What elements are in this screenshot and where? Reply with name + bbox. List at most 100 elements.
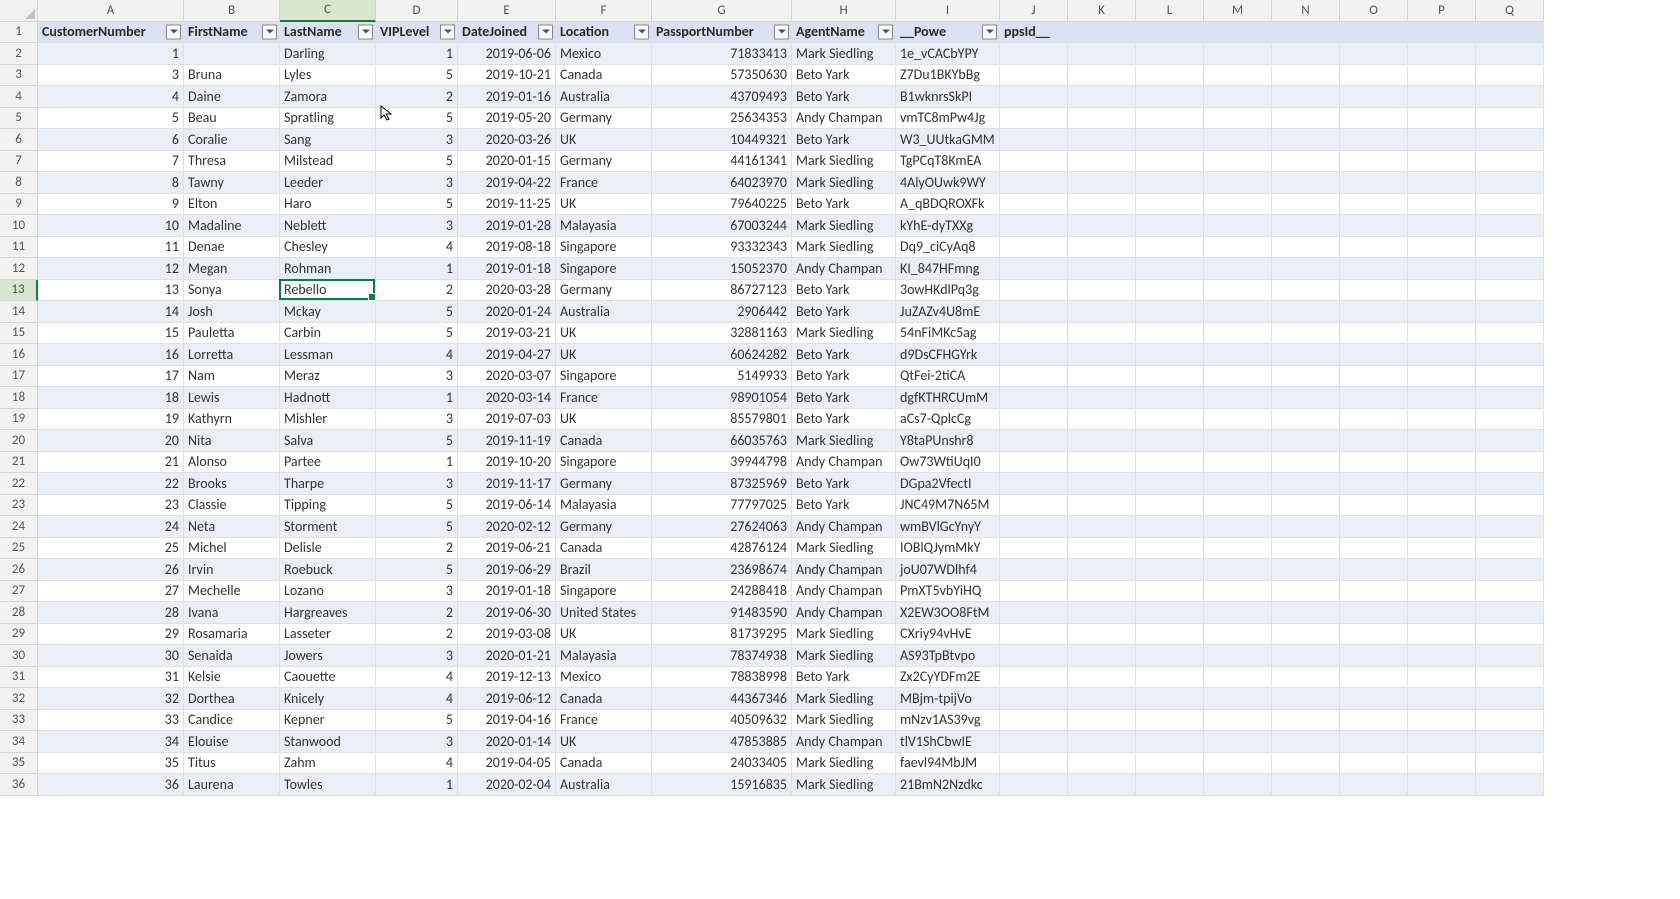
cell-C25[interactable]: Delisle — [280, 538, 376, 560]
cell-G34[interactable]: 47853885 — [652, 731, 792, 753]
cell-Q34[interactable] — [1476, 731, 1544, 753]
cell-I4[interactable]: B1wknrsSkPI — [896, 86, 1000, 108]
cell-A34[interactable]: 34 — [38, 731, 184, 753]
cell-K34[interactable] — [1068, 731, 1136, 753]
cell-O3[interactable] — [1340, 65, 1408, 87]
cell-J12[interactable] — [1000, 258, 1068, 280]
cell-O29[interactable] — [1340, 624, 1408, 646]
cell-N36[interactable] — [1272, 774, 1340, 796]
cell-P35[interactable] — [1408, 753, 1476, 775]
cell-B4[interactable]: Daine — [184, 86, 280, 108]
cell-P9[interactable] — [1408, 194, 1476, 216]
cell-G36[interactable]: 15916835 — [652, 774, 792, 796]
cell-J34[interactable] — [1000, 731, 1068, 753]
cell-M34[interactable] — [1204, 731, 1272, 753]
cell-I9[interactable]: A_qBDQROXFk — [896, 194, 1000, 216]
col-header-O[interactable]: O — [1340, 0, 1408, 22]
header-cell-F[interactable]: Location — [556, 22, 652, 44]
row-header-18[interactable]: 18 — [0, 387, 38, 409]
cell-C23[interactable]: Tipping — [280, 495, 376, 517]
cell-A5[interactable]: 5 — [38, 108, 184, 130]
cell-D22[interactable]: 3 — [376, 473, 458, 495]
cell-L14[interactable] — [1136, 301, 1204, 323]
cell-F18[interactable]: France — [556, 387, 652, 409]
row-header-31[interactable]: 31 — [0, 667, 38, 689]
col-header-N[interactable]: N — [1272, 0, 1340, 22]
cell-I12[interactable]: KI_847HFmng — [896, 258, 1000, 280]
cell-H28[interactable]: Andy Champan — [792, 602, 896, 624]
cell-J8[interactable] — [1000, 172, 1068, 194]
col-header-J[interactable]: J — [1000, 0, 1068, 22]
cell-L3[interactable] — [1136, 65, 1204, 87]
cell-M23[interactable] — [1204, 495, 1272, 517]
cell-C32[interactable]: Knicely — [280, 688, 376, 710]
cell-E10[interactable]: 2019-01-28 — [458, 215, 556, 237]
cell-D5[interactable]: 5 — [376, 108, 458, 130]
cell-O6[interactable] — [1340, 129, 1408, 151]
row-header-2[interactable]: 2 — [0, 43, 38, 65]
cell-Q20[interactable] — [1476, 430, 1544, 452]
cell-D26[interactable]: 5 — [376, 559, 458, 581]
cell-E36[interactable]: 2020-02-04 — [458, 774, 556, 796]
row-header-8[interactable]: 8 — [0, 172, 38, 194]
cell-K22[interactable] — [1068, 473, 1136, 495]
cell-L13[interactable] — [1136, 280, 1204, 302]
cell-A30[interactable]: 30 — [38, 645, 184, 667]
row-header-9[interactable]: 9 — [0, 194, 38, 216]
cell-I15[interactable]: 54nFiMKc5ag — [896, 323, 1000, 345]
cell-L26[interactable] — [1136, 559, 1204, 581]
cell-P17[interactable] — [1408, 366, 1476, 388]
cell-Q26[interactable] — [1476, 559, 1544, 581]
cell-K29[interactable] — [1068, 624, 1136, 646]
cell-M32[interactable] — [1204, 688, 1272, 710]
cell-J10[interactable] — [1000, 215, 1068, 237]
cell-L27[interactable] — [1136, 581, 1204, 603]
header-cell-N[interactable] — [1272, 22, 1340, 44]
cell-H16[interactable]: Beto Yark — [792, 344, 896, 366]
cell-M36[interactable] — [1204, 774, 1272, 796]
cell-C29[interactable]: Lasseter — [280, 624, 376, 646]
cell-I22[interactable]: DGpa2VfectI — [896, 473, 1000, 495]
cell-C5[interactable]: Spratling — [280, 108, 376, 130]
cell-N21[interactable] — [1272, 452, 1340, 474]
cell-G6[interactable]: 10449321 — [652, 129, 792, 151]
cell-I18[interactable]: dgfKTHRCUmM — [896, 387, 1000, 409]
cell-F17[interactable]: Singapore — [556, 366, 652, 388]
cell-E23[interactable]: 2019-06-14 — [458, 495, 556, 517]
row-header-28[interactable]: 28 — [0, 602, 38, 624]
header-cell-D[interactable]: VIPLevel — [376, 22, 458, 44]
cell-A27[interactable]: 27 — [38, 581, 184, 603]
cell-A16[interactable]: 16 — [38, 344, 184, 366]
cell-K32[interactable] — [1068, 688, 1136, 710]
cell-D4[interactable]: 2 — [376, 86, 458, 108]
cell-N13[interactable] — [1272, 280, 1340, 302]
cell-Q31[interactable] — [1476, 667, 1544, 689]
cell-I34[interactable]: tlV1ShCbwIE — [896, 731, 1000, 753]
cell-N8[interactable] — [1272, 172, 1340, 194]
cell-A11[interactable]: 11 — [38, 237, 184, 259]
cell-F22[interactable]: Germany — [556, 473, 652, 495]
cell-Q5[interactable] — [1476, 108, 1544, 130]
cell-G29[interactable]: 81739295 — [652, 624, 792, 646]
cell-N33[interactable] — [1272, 710, 1340, 732]
cell-I21[interactable]: Ow73WtiUqI0 — [896, 452, 1000, 474]
cell-E19[interactable]: 2019-07-03 — [458, 409, 556, 431]
cell-I13[interactable]: 3owHKdlPq3g — [896, 280, 1000, 302]
cell-F21[interactable]: Singapore — [556, 452, 652, 474]
cell-P3[interactable] — [1408, 65, 1476, 87]
cell-N17[interactable] — [1272, 366, 1340, 388]
cell-P24[interactable] — [1408, 516, 1476, 538]
cell-F5[interactable]: Germany — [556, 108, 652, 130]
cell-N3[interactable] — [1272, 65, 1340, 87]
cell-E6[interactable]: 2020-03-26 — [458, 129, 556, 151]
cell-P16[interactable] — [1408, 344, 1476, 366]
cell-L29[interactable] — [1136, 624, 1204, 646]
cell-J14[interactable] — [1000, 301, 1068, 323]
cell-I31[interactable]: Zx2CyYDFm2E — [896, 667, 1000, 689]
row-header-35[interactable]: 35 — [0, 753, 38, 775]
cell-G2[interactable]: 71833413 — [652, 43, 792, 65]
cell-D8[interactable]: 3 — [376, 172, 458, 194]
cell-K13[interactable] — [1068, 280, 1136, 302]
cell-P31[interactable] — [1408, 667, 1476, 689]
cell-B27[interactable]: Mechelle — [184, 581, 280, 603]
